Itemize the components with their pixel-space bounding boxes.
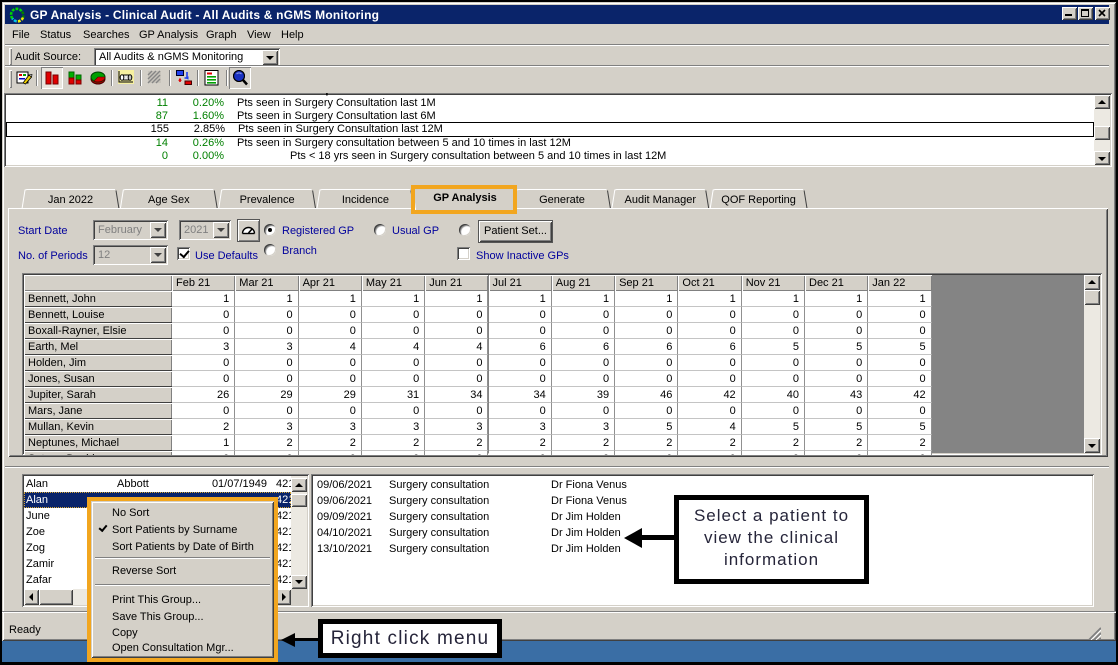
svg-text:QOF Reporting: QOF Reporting	[721, 194, 796, 206]
svg-text:Incidence: Incidence	[342, 194, 389, 206]
svg-text:Generate: Generate	[539, 194, 585, 206]
svg-text:Prevalence: Prevalence	[240, 194, 295, 206]
svg-text:Audit Manager: Audit Manager	[625, 194, 697, 206]
svg-text:Jan 2022: Jan 2022	[48, 194, 93, 206]
svg-text:Age Sex: Age Sex	[148, 194, 190, 206]
